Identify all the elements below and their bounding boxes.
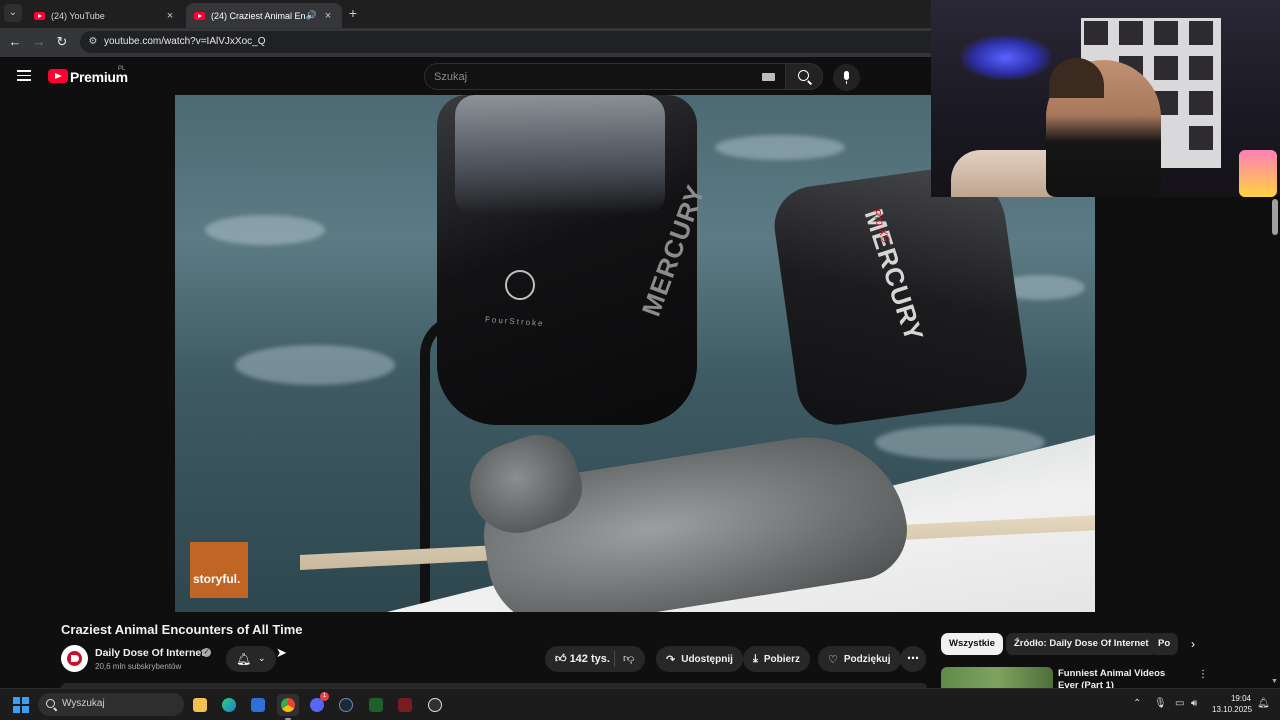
- recommendation-thumbnail[interactable]: [941, 667, 1053, 688]
- thanks-heart-icon: ♡: [828, 653, 838, 666]
- webcam-overlay: [931, 0, 1280, 197]
- site-info-icon[interactable]: ⚙: [86, 35, 100, 49]
- thumbs-down-icon: 👎︎: [623, 653, 635, 665]
- share-button[interactable]: ↷ Udostępnij: [656, 646, 743, 672]
- search-input[interactable]: [434, 69, 734, 85]
- search-box[interactable]: [424, 63, 786, 90]
- country-code: PL: [118, 66, 126, 72]
- subscriber-count: 20,6 mln subskrybentów: [95, 662, 182, 671]
- channel-avatar[interactable]: [61, 645, 88, 672]
- address-bar[interactable]: ⚙ youtube.com/watch?v=IAlVJxXoc_Q: [80, 31, 940, 53]
- share-icon: ↷: [666, 653, 676, 666]
- notification-icon[interactable]: 🔔︎: [1257, 698, 1270, 709]
- taskbar-time[interactable]: 19:04: [1229, 694, 1251, 703]
- network-icon[interactable]: ▭: [1175, 698, 1184, 709]
- taskbar-date[interactable]: 13.10.2025: [1212, 705, 1252, 714]
- keyboard-icon[interactable]: [762, 73, 775, 81]
- more-actions-button[interactable]: ⋯: [900, 646, 926, 672]
- taskbar-search-label: Wyszukaj: [62, 698, 105, 709]
- mercury-logo-icon: [505, 270, 535, 300]
- download-button[interactable]: ⤓ Pobierz: [743, 646, 810, 672]
- volume-icon[interactable]: 🔊︎: [1191, 698, 1197, 709]
- steam-icon[interactable]: [335, 694, 357, 716]
- tab-label: (24) Craziest Animal Encoun: [211, 10, 306, 21]
- xbox-icon[interactable]: [365, 694, 387, 716]
- search-icon: [798, 70, 809, 81]
- download-icon: ⤓: [753, 652, 758, 665]
- bell-icon: 🔔︎: [236, 652, 252, 666]
- tab-craziest-animal[interactable]: (24) Craziest Animal Encoun 🔊 ×: [186, 3, 342, 28]
- tab-search-icon[interactable]: ⌄: [4, 4, 22, 22]
- video-title: Craziest Animal Encounters of All Time: [61, 622, 303, 637]
- thanks-button[interactable]: ♡ Podziękuj: [818, 646, 901, 672]
- reload-button[interactable]: ↻: [54, 34, 70, 50]
- more-vert-icon[interactable]: ⋮: [1198, 669, 1208, 680]
- tab-close-icon[interactable]: ×: [322, 10, 334, 22]
- microphone-icon: [844, 71, 849, 84]
- file-explorer-icon[interactable]: [189, 694, 211, 716]
- taskbar-search[interactable]: Wyszukaj: [38, 693, 184, 716]
- youtube-favicon-icon: [34, 11, 45, 20]
- like-dislike-group: 👍︎ 142 tys. 👎︎: [545, 646, 645, 672]
- discord-icon[interactable]: 1: [306, 692, 329, 716]
- tray-overflow-icon[interactable]: ⌃: [1133, 698, 1141, 709]
- tab-youtube[interactable]: (24) YouTube ×: [26, 3, 184, 28]
- scroll-down-arrow-icon[interactable]: ▼: [1271, 678, 1278, 685]
- tab-label: (24) YouTube: [51, 10, 105, 21]
- chrome-icon[interactable]: [277, 694, 299, 716]
- taskbar: Wyszukaj 1 ⌃ 🎙︎ ▭ 🔊︎ 🔔︎: [0, 688, 1280, 720]
- game-icon[interactable]: [394, 694, 416, 716]
- channel-name[interactable]: Daily Dose Of Internet: [95, 647, 205, 659]
- dislike-button[interactable]: 👎︎: [623, 652, 634, 665]
- subscription-bell-button[interactable]: 🔔︎ ⌄: [226, 646, 276, 672]
- chip-all[interactable]: Wszystkie: [941, 633, 1003, 655]
- storyful-watermark: [190, 542, 248, 598]
- notification-badge: 1: [320, 692, 329, 701]
- audio-playing-icon[interactable]: 🔊: [306, 10, 317, 21]
- like-count: 142 tys.: [569, 653, 610, 665]
- forward-button[interactable]: →: [31, 34, 47, 50]
- chip-source[interactable]: Źródło: Daily Dose Of Internet: [1006, 633, 1157, 655]
- new-tab-button[interactable]: +: [346, 6, 360, 20]
- tab-close-icon[interactable]: ×: [164, 10, 176, 22]
- menu-icon[interactable]: [17, 70, 31, 81]
- verified-badge-icon: ✓: [202, 648, 211, 657]
- back-button[interactable]: ←: [7, 34, 23, 50]
- scrollbar[interactable]: [1270, 197, 1280, 688]
- microphone-icon[interactable]: 🎙︎: [1154, 698, 1167, 709]
- chip-related[interactable]: Po: [1150, 633, 1178, 655]
- windows-start-icon[interactable]: [13, 697, 29, 713]
- chevron-down-icon: ⌄: [258, 653, 266, 663]
- recommendation-title[interactable]: Funniest Animal Videos Ever (Part 1): [1058, 668, 1188, 688]
- store-icon[interactable]: [247, 694, 269, 716]
- search-icon: [46, 699, 55, 708]
- chevron-right-icon[interactable]: ›: [1184, 635, 1202, 653]
- mouse-cursor-icon: ➤: [276, 645, 287, 660]
- thumbs-up-icon: 👍︎: [555, 653, 567, 665]
- drink-cup: [1239, 150, 1277, 197]
- storyful-watermark-text: storyful.: [193, 572, 241, 586]
- obs-icon[interactable]: [424, 694, 446, 716]
- scrollbar-thumb[interactable]: [1272, 199, 1278, 235]
- url-text[interactable]: youtube.com/watch?v=IAlVJxXoc_Q: [104, 36, 265, 47]
- like-button[interactable]: 👍︎ 142 tys.: [555, 652, 610, 665]
- edge-icon[interactable]: [218, 694, 240, 716]
- search-button[interactable]: [785, 63, 823, 90]
- youtube-favicon-icon: [194, 11, 205, 20]
- youtube-logo-icon[interactable]: [48, 69, 68, 83]
- voice-search-button[interactable]: [833, 64, 860, 91]
- aquarium-light: [961, 35, 1051, 80]
